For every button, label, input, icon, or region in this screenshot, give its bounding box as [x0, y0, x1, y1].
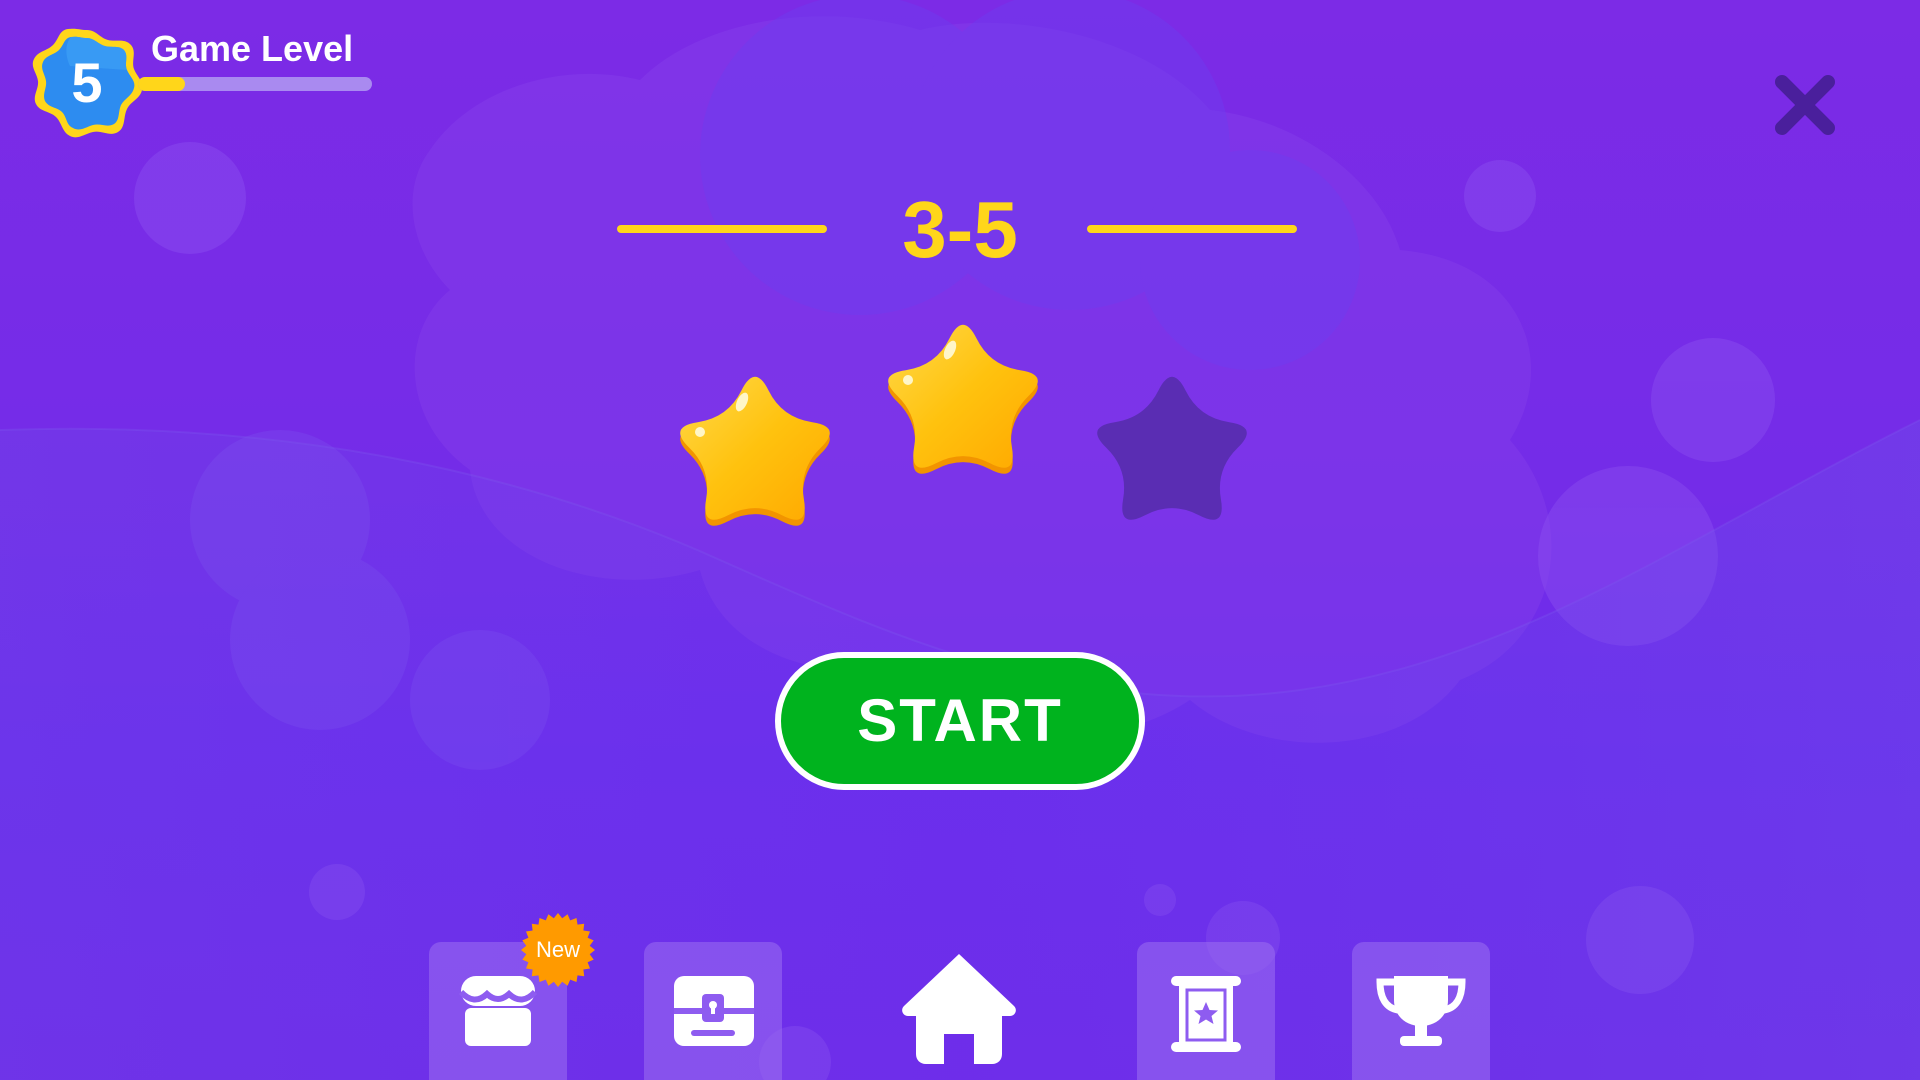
- trophy-icon: [1376, 976, 1466, 1046]
- level-title: Game Level: [151, 28, 354, 69]
- star-body: [1097, 376, 1247, 520]
- star-filled-icon: [888, 324, 1038, 474]
- stage-label: 3-5: [902, 185, 1018, 274]
- nav-quests-button[interactable]: [1137, 942, 1275, 1080]
- new-badge-label: New: [535, 937, 580, 962]
- star-filled-icon: [680, 376, 830, 526]
- chest-icon: [674, 976, 754, 1046]
- close-button[interactable]: [1770, 70, 1840, 140]
- game-screen: 5 Game Level 3-5 START New: [0, 0, 1920, 1080]
- star-shine-dot: [903, 375, 913, 385]
- star-shine-dot: [695, 427, 705, 437]
- close-icon: [1775, 75, 1835, 135]
- nav-home-button[interactable]: [890, 942, 1028, 1080]
- player-level-badge: 5: [30, 26, 144, 140]
- level-progress-bar: [138, 77, 372, 91]
- stage-title-line-left: [617, 225, 827, 233]
- nav-treasure-button[interactable]: [644, 942, 782, 1080]
- level-progress-fill: [138, 77, 185, 91]
- scroll-icon: [1171, 976, 1241, 1052]
- start-button[interactable]: START: [775, 652, 1145, 790]
- stage-title-line-right: [1087, 225, 1297, 233]
- home-icon: [902, 954, 1016, 1064]
- stage-star-rating: [650, 300, 1270, 560]
- new-badge: New: [520, 912, 596, 988]
- nav-trophies-button[interactable]: [1352, 942, 1490, 1080]
- star-body: [888, 324, 1038, 468]
- star-empty-icon: [1097, 376, 1247, 520]
- star-body: [680, 376, 830, 520]
- player-level-number: 5: [71, 51, 103, 114]
